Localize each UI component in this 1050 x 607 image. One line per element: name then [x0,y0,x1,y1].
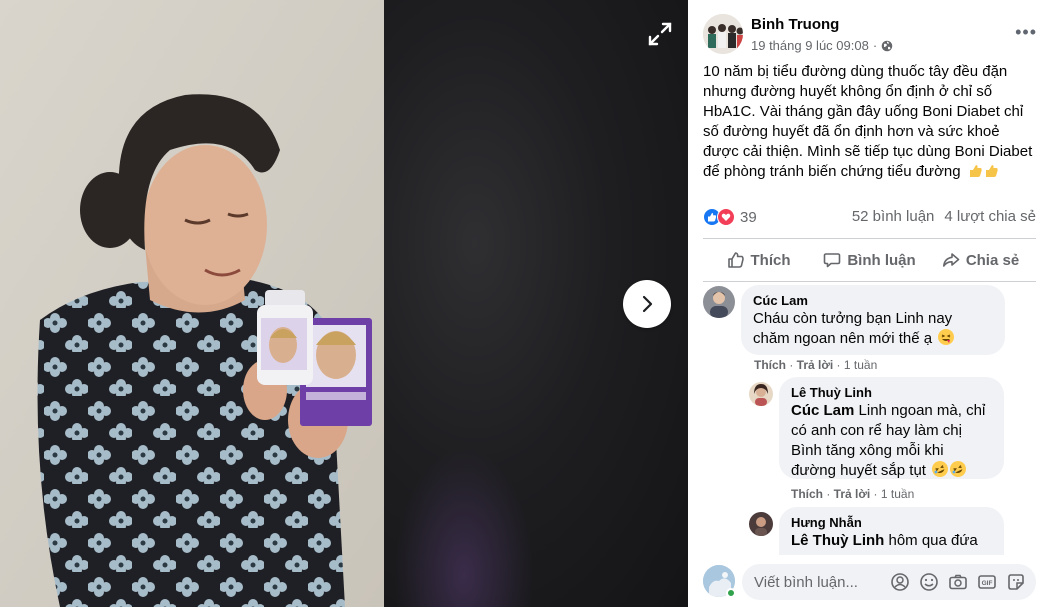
comment-button[interactable]: Bình luận [814,243,925,277]
thumbs-up-icon [727,252,744,268]
post-text: 10 năm bị tiểu đường dùng thuốc tây đều … [703,62,1038,182]
counts: 52 bình luận 4 lượt chia sẻ [852,208,1036,225]
like-label: Thích [750,251,791,269]
online-status-dot [726,588,736,598]
commenter-avatar[interactable] [749,512,773,536]
post-meta: 19 tháng 9 lúc 09:08 · [751,38,893,53]
reaction-count: 39 [740,208,757,226]
dot-separator: · [872,38,878,53]
post-stats: 39 52 bình luận 4 lượt chia sẻ [703,207,1036,229]
post-actions: Thích Bình luận Chia sẻ [703,243,1036,277]
commenter-name[interactable]: Cúc Lam [753,292,993,309]
comment-bubble: Cúc Lam Cháu còn tưởng bạn Linh nay chăm… [741,285,1005,355]
post-photo[interactable] [0,0,384,607]
commenter-avatar[interactable] [749,382,773,406]
globe-icon [881,40,893,51]
comment: Cúc Lam Cháu còn tưởng bạn Linh nay chăm… [688,282,1050,377]
more-options-icon[interactable]: ••• [1015,22,1037,43]
post-panel: Binh Truong 19 tháng 9 lúc 09:08 · ••• 1… [688,0,1050,607]
comment-composer: GIF [688,555,1050,607]
comments-list: Cúc Lam Cháu còn tưởng bạn Linh nay chăm… [688,282,1050,555]
rolling-laughing-emoji-icon [929,458,951,480]
comment-like-link[interactable]: Thích [791,487,823,501]
share-label: Chia sẻ [965,251,1020,269]
emoji-icon[interactable] [919,572,939,592]
next-photo-button[interactable] [623,280,671,328]
chevron-right-icon [642,295,653,313]
comment-bubble-icon [824,253,841,268]
rolling-laughing-emoji-icon [947,458,969,480]
comment-like-link[interactable]: Thích [754,358,786,372]
avatar-sticker-icon[interactable] [890,572,910,592]
comment-body: hôm qua đứa [884,532,978,549]
like-button[interactable]: Thích [703,243,814,277]
comment-text: Cúc Lam Linh ngoan mà, chỉ có anh con rể… [791,401,992,481]
share-count[interactable]: 4 lượt chia sẻ [944,208,1036,225]
commenter-name[interactable]: Lê Thuỳ Linh [791,384,992,401]
divider [703,238,1036,239]
camera-icon[interactable] [948,572,968,592]
comment-reply: Lê Thuỳ Linh Cúc Lam Linh ngoan mà, chỉ … [688,377,1050,507]
thumbs-up-emoji-icon [984,163,999,178]
post-header: Binh Truong 19 tháng 9 lúc 09:08 · ••• [703,14,1043,58]
comment-text: Cháu còn tưởng bạn Linh nay chăm ngoan n… [753,309,993,349]
mention-tag[interactable]: Lê Thuỳ Linh [791,532,884,549]
comment-actions: Thích · Trả lời · 1 tuần [754,358,878,372]
photo-illustration [0,0,384,607]
comment-label: Bình luận [847,251,916,269]
fullscreen-expand-icon[interactable] [646,20,674,48]
share-button[interactable]: Chia sẻ [925,243,1036,277]
comment-input[interactable] [754,564,884,600]
comment-reply-link[interactable]: Trả lời [834,487,871,501]
comment-input-box: GIF [742,564,1036,600]
comment-body: Cháu còn tưởng bạn Linh nay chăm ngoan n… [753,310,953,347]
gif-icon[interactable]: GIF [977,572,997,592]
love-reaction-icon [717,208,735,226]
comment-time[interactable]: 1 tuần [844,358,877,372]
svg-text:GIF: GIF [982,580,993,587]
comment-count[interactable]: 52 bình luận [852,208,935,225]
commenter-name[interactable]: Hưng Nhẫn [791,514,992,531]
reactions-summary[interactable]: 39 [703,208,757,226]
mention-tag[interactable]: Cúc Lam [791,402,854,419]
comment-bubble: Hưng Nhẫn Lê Thuỳ Linh hôm qua đứa [779,507,1004,555]
composer-tools: GIF [890,572,1026,592]
comment-reply: Hưng Nhẫn Lê Thuỳ Linh hôm qua đứa [688,507,1050,555]
thumbs-up-emoji-icon [968,163,983,178]
grinning-squint-emoji-icon [938,329,955,345]
comment-bubble: Lê Thuỳ Linh Cúc Lam Linh ngoan mà, chỉ … [779,377,1004,481]
share-arrow-icon [942,253,960,267]
comment-time[interactable]: 1 tuần [881,487,914,501]
comment-actions: Thích · Trả lời · 1 tuần [791,487,915,501]
comment-reply-link[interactable]: Trả lời [797,358,834,372]
author-avatar[interactable] [703,14,743,54]
author-name[interactable]: Binh Truong [751,16,839,33]
comment-text: Lê Thuỳ Linh hôm qua đứa [791,531,992,551]
post-date[interactable]: 19 tháng 9 lúc 09:08 [751,38,869,53]
sticker-icon[interactable] [1006,572,1026,592]
commenter-avatar[interactable] [703,286,735,318]
photo-viewer [0,0,688,607]
